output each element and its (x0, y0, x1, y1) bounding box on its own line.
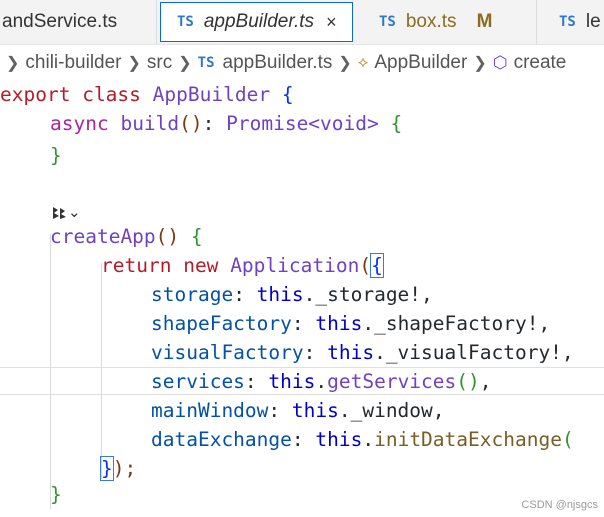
watermark: CSDN @njsgcs (521, 499, 598, 511)
class-name: Application (230, 254, 360, 277)
tab-label: andService.ts (2, 11, 118, 32)
typescript-icon: TS (177, 14, 194, 30)
chevron-right-icon: ❯ (473, 55, 487, 72)
editor-tab-bar: andService.ts TS appBuilder.ts × TS box.… (0, 0, 604, 45)
property: dataExchange (151, 428, 292, 451)
tab-label: le (585, 11, 601, 32)
colon: : (303, 341, 328, 364)
tab-box[interactable]: TS box.ts M (357, 0, 537, 44)
brace: { (281, 83, 294, 106)
code-line: } (50, 141, 62, 170)
code-line: storage: this._storage!, (151, 280, 433, 309)
property: shapeFactory (151, 312, 292, 335)
tab-label: appBuilder.ts (203, 11, 315, 32)
this-keyword: this (315, 312, 363, 335)
breadcrumb-item-class[interactable]: AppBuilder (374, 52, 467, 74)
member-access: ._storage!, (303, 283, 433, 306)
this-keyword: this (315, 428, 363, 451)
keyword: export (0, 83, 71, 106)
code-line: mainWindow: this._window, (151, 396, 445, 425)
close-icon[interactable]: × (326, 12, 337, 33)
breadcrumb-item-file[interactable]: appBuilder.ts (223, 52, 333, 74)
class-icon: ⟡ (357, 54, 369, 71)
dot: . (315, 370, 328, 393)
tab-partial[interactable]: TS le (541, 0, 604, 44)
colon: : (244, 370, 269, 393)
tab-appbuilder-active[interactable]: TS appBuilder.ts × (160, 2, 353, 42)
method-name: build (120, 112, 180, 135)
chevron-down-icon[interactable]: ⌄ (68, 203, 81, 221)
chevron-right-icon: ❯ (338, 55, 352, 72)
paren: () (456, 370, 480, 393)
tab-label: box.ts (405, 11, 457, 32)
member-access: ._window, (338, 399, 445, 422)
colon: : (233, 283, 257, 306)
typescript-icon: TS (379, 14, 396, 30)
colon: : (291, 428, 316, 451)
keyword: new (183, 254, 219, 277)
code-line: export class AppBuilder { (0, 80, 294, 109)
comma: , (479, 370, 492, 393)
code-line: }); (100, 454, 137, 483)
class-name: AppBuilder (152, 83, 271, 106)
keyword: async (50, 112, 109, 135)
tab-commandservice[interactable]: andService.ts (0, 0, 157, 44)
modified-badge: M (476, 11, 493, 32)
code-line: } (50, 480, 62, 509)
this-keyword: this (291, 399, 339, 422)
this-keyword: this (327, 341, 375, 364)
breadcrumb-item-src[interactable]: src (147, 52, 172, 74)
property: storage (151, 283, 234, 306)
copilot-icon[interactable] (50, 205, 68, 221)
this-keyword: this (268, 370, 316, 393)
typescript-icon: TS (197, 55, 215, 71)
keyword: return (101, 254, 172, 277)
dot: . (362, 428, 375, 451)
codelens[interactable]: ⌄ (50, 203, 81, 221)
chevron-right-icon: ❯ (127, 55, 141, 72)
type: Promise<void> (226, 112, 379, 135)
colon: : (202, 112, 227, 135)
member-access: ._shapeFactory!, (362, 312, 551, 335)
matched-brace: { (370, 253, 384, 278)
brace: } (50, 483, 62, 506)
code-line: dataExchange: this.initDataExchange( (151, 425, 574, 454)
code-line: async build(): Promise<void> { (50, 109, 402, 138)
method-name: createApp (50, 225, 156, 248)
indent-guide (50, 234, 51, 509)
member-access: ._visualFactory!, (374, 341, 574, 364)
brace: { (190, 225, 203, 248)
code-line: visualFactory: this._visualFactory!, (151, 338, 574, 367)
chevron-right-icon: ❯ (6, 55, 20, 72)
code-line: return new Application({ (101, 251, 384, 280)
paren: ( (359, 254, 372, 277)
paren: ( (561, 428, 574, 451)
indent-guide (101, 263, 102, 479)
method-call: initDataExchange (374, 428, 562, 451)
paren: () (155, 225, 180, 248)
property: services (151, 370, 245, 393)
paren-semicolon: ); (112, 457, 137, 480)
breadcrumb-item-folder[interactable]: chili-builder (25, 52, 121, 74)
method-cube-icon: ⬡ (492, 53, 508, 72)
matched-brace: } (100, 456, 114, 481)
code-line: shapeFactory: this._shapeFactory!, (151, 309, 550, 338)
typescript-icon: TS (559, 14, 576, 30)
chevron-right-icon: ❯ (178, 55, 192, 72)
code-line: createApp() { (50, 222, 203, 251)
property: mainWindow (151, 399, 269, 422)
this-keyword: this (256, 283, 304, 306)
method-call: getServices (327, 370, 457, 393)
keyword: class (82, 83, 141, 106)
breadcrumb-item-method[interactable]: create (514, 52, 567, 74)
brace: { (390, 112, 403, 135)
breadcrumb: ❯ chili-builder ❯ src ❯ TS appBuilder.ts… (0, 47, 604, 79)
code-editor[interactable]: export class AppBuilder { async build():… (0, 80, 604, 517)
brace: } (50, 144, 62, 167)
colon: : (291, 312, 316, 335)
property: visualFactory (151, 341, 304, 364)
code-line-current: services: this.getServices(), (151, 367, 492, 396)
paren: () (179, 112, 203, 135)
colon: : (268, 399, 292, 422)
